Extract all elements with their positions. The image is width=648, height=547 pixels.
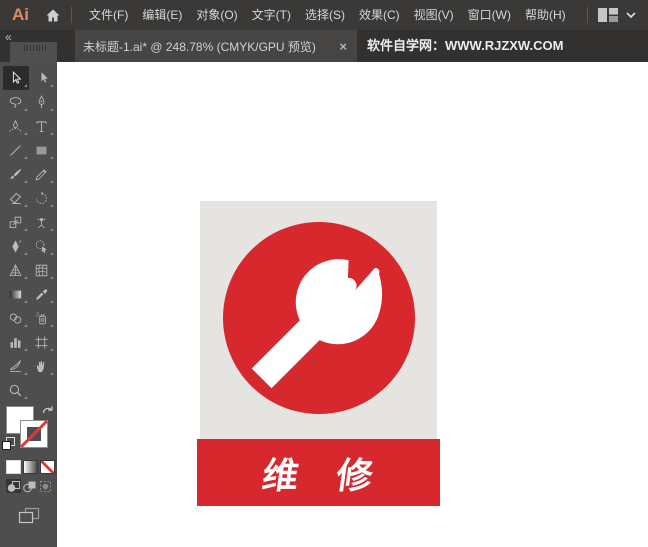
menu-item-help[interactable]: 帮助(H) (518, 0, 573, 30)
lasso-icon (9, 96, 22, 108)
tool-scale[interactable] (3, 210, 29, 234)
tool-blend[interactable] (3, 306, 29, 330)
menubar-divider (71, 7, 72, 23)
direct-selection-icon (41, 71, 48, 82)
curvature-icon (9, 119, 22, 132)
workspace-layout-icon (598, 8, 618, 22)
toolbar-grip[interactable] (24, 45, 47, 51)
chevron-down-icon (626, 11, 636, 18)
site-watermark-text: 软件自学网：WWW.RJZXW.COM (367, 38, 564, 53)
shape-builder-icon (12, 239, 22, 253)
sign-label: 维 修 (260, 454, 391, 496)
tool-shape-builder[interactable] (3, 234, 29, 258)
tool-puppet-warp[interactable] (29, 210, 55, 234)
illustrator-logo: Ai (12, 5, 29, 24)
workspace-switcher[interactable] (598, 8, 636, 22)
gradient-icon (9, 290, 22, 298)
tool-grid (0, 62, 57, 402)
home-icon[interactable] (45, 8, 61, 23)
puppet-warp-icon (37, 217, 46, 228)
none-button[interactable] (40, 460, 55, 474)
tool-type[interactable] (29, 114, 55, 138)
tool-rotate[interactable] (29, 186, 55, 210)
tool-rectangle[interactable] (29, 138, 55, 162)
tool-panel (0, 62, 57, 547)
menu-item-effect[interactable]: 效果(C) (352, 0, 407, 30)
tool-slice[interactable] (3, 354, 29, 378)
eyedropper-icon (36, 288, 48, 300)
tool-lasso[interactable] (3, 90, 29, 114)
perspective-grid-icon (9, 263, 22, 276)
tool-zoom[interactable] (3, 378, 29, 402)
column-graph-icon (10, 337, 21, 348)
pen-icon (38, 94, 45, 108)
menu-item-window[interactable]: 窗口(W) (461, 0, 518, 30)
appearance-buttons (0, 456, 57, 474)
document-tab-title: 未标题-1.ai* @ 248.78% (CMYK/GPU 预览) (83, 39, 316, 54)
slice-icon (9, 359, 22, 372)
mesh-icon (35, 264, 48, 276)
scale-icon (9, 216, 22, 228)
menu-item-type[interactable]: 文字(T) (245, 0, 298, 30)
line-segment-icon (10, 144, 21, 156)
tab-bar: « 未标题-1.ai* @ 248.78% (CMYK/GPU 预览) × 软件… (0, 30, 648, 62)
fill-stroke-controls (0, 404, 57, 456)
eraser-icon (9, 192, 22, 204)
artboard-icon (35, 335, 48, 349)
tool-eraser[interactable] (3, 186, 29, 210)
tool-mesh[interactable] (29, 258, 55, 282)
tool-artboard[interactable] (29, 330, 55, 354)
sign-wrench-graphic[interactable] (200, 201, 437, 439)
tool-perspective-grid[interactable] (3, 258, 29, 282)
selection-icon (12, 70, 22, 84)
tool-direct-selection[interactable] (29, 66, 55, 90)
draw-normal-button[interactable] (6, 479, 21, 493)
hand-icon (36, 360, 45, 372)
color-button[interactable] (6, 460, 21, 474)
menu-item-view[interactable]: 视图(V) (407, 0, 461, 30)
toolbar-panel-header[interactable] (10, 42, 57, 62)
tool-symbol-sprayer[interactable] (29, 306, 55, 330)
symbol-sprayer-icon (36, 311, 46, 324)
tool-line-segment[interactable] (3, 138, 29, 162)
swap-fill-stroke-icon[interactable] (41, 404, 54, 416)
document-canvas[interactable]: 维 修 (57, 62, 648, 547)
tool-column-graph[interactable] (3, 330, 29, 354)
menu-bar: Ai 文件(F) 编辑(E) 对象(O) 文字(T) 选择(S) 效果(C) 视图(V) 窗口… (0, 0, 648, 30)
pencil-icon (35, 168, 47, 180)
tool-eyedropper[interactable] (29, 282, 55, 306)
paintbrush-icon (10, 168, 22, 179)
tool-curvature[interactable] (3, 114, 29, 138)
menu-item-edit[interactable]: 编辑(E) (135, 0, 189, 30)
tool-hand[interactable] (29, 354, 55, 378)
menu-item-object[interactable]: 对象(O) (189, 0, 244, 30)
menu-item-select[interactable]: 选择(S) (298, 0, 352, 30)
rectangle-icon (36, 146, 47, 154)
tool-pencil[interactable] (29, 162, 55, 186)
gradient-button[interactable] (23, 460, 38, 474)
main-menu: 文件(F) 编辑(E) 对象(O) 文字(T) 选择(S) 效果(C) 视图(V) 窗口(W)… (82, 0, 573, 30)
draw-behind-button[interactable] (22, 479, 37, 493)
stroke-color-swatch[interactable] (20, 420, 48, 448)
tool-pen[interactable] (29, 90, 55, 114)
default-fill-stroke-icon[interactable] (2, 437, 16, 451)
change-screen-mode-button[interactable] (18, 507, 40, 524)
blend-icon (9, 312, 22, 324)
tool-gradient[interactable] (3, 282, 29, 306)
menubar-divider-right (587, 7, 588, 23)
drawing-mode-buttons (0, 474, 57, 493)
live-paint-selection-icon (35, 239, 47, 253)
type-icon (36, 120, 47, 132)
close-icon[interactable]: × (339, 39, 347, 54)
tool-selection[interactable] (2, 66, 29, 90)
zoom-icon (9, 384, 22, 396)
draw-inside-button[interactable] (38, 479, 53, 493)
tool-live-paint-selection[interactable] (29, 234, 55, 258)
sign-red-band[interactable]: 维 修 (197, 439, 440, 506)
menu-item-file[interactable]: 文件(F) (82, 0, 135, 30)
rotate-icon (36, 191, 47, 204)
tool-paintbrush[interactable] (3, 162, 29, 186)
document-tab[interactable]: 未标题-1.ai* @ 248.78% (CMYK/GPU 预览) × (75, 30, 357, 62)
